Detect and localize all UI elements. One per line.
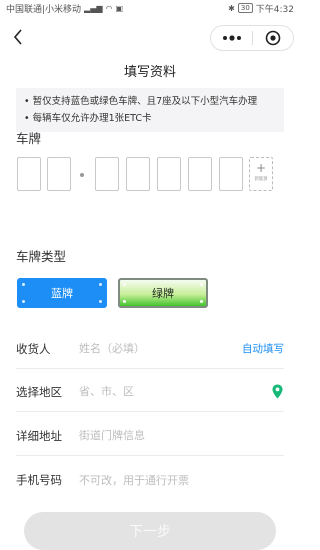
plate-separator-dot xyxy=(80,173,84,177)
more-dots-icon xyxy=(222,35,241,41)
address-row: 详细地址 xyxy=(16,416,284,456)
plus-icon: + xyxy=(255,161,267,175)
notice-line: • 每辆车仅允许办理1张ETC卡 xyxy=(24,113,152,124)
location-pin-icon[interactable] xyxy=(270,384,284,400)
screw-dot xyxy=(99,283,102,286)
phone-label: 手机号码 xyxy=(16,473,62,487)
screw-dot xyxy=(22,283,25,286)
plate-type-label: 车牌类型 xyxy=(16,249,67,264)
nav-bar xyxy=(0,18,300,56)
battery-icon: 30 xyxy=(237,3,253,13)
screw-dot xyxy=(200,283,203,286)
screw-dot xyxy=(22,300,25,303)
plate-char-box-5[interactable] xyxy=(157,157,181,191)
plate-char-box-7[interactable] xyxy=(219,157,243,191)
bluetooth-icon: ✱ xyxy=(228,3,235,13)
carrier-text: 中国联通|小米移动 xyxy=(6,4,82,15)
region-row[interactable]: 选择地区 xyxy=(16,372,284,412)
auto-fill-link[interactable]: 自动填写 xyxy=(242,341,284,356)
address-label: 详细地址 xyxy=(16,428,62,443)
target-close-icon xyxy=(265,30,281,46)
status-bar: 中国联通|小米移动 ▂▄▆ ◠ ▣ ✱ 30 下午4:32 xyxy=(0,0,300,16)
close-button[interactable] xyxy=(253,26,293,50)
notice-line: • 暂仅支持蓝色或绿色车牌、且7座及以下小型汽车办理 xyxy=(24,96,258,107)
notice-box: • 暂仅支持蓝色或绿色车牌、且7座及以下小型汽车办理 • 每辆车仅允许办理1张E… xyxy=(16,88,284,132)
plate-char-box-3[interactable] xyxy=(95,157,119,191)
green-plate-label: 绿牌 xyxy=(152,287,174,300)
more-button[interactable] xyxy=(211,26,252,50)
miniprogram-capsule xyxy=(210,25,294,51)
screw-dot xyxy=(200,300,203,303)
back-button[interactable] xyxy=(8,26,28,48)
signal-icon: ▂▄▆ xyxy=(84,3,103,13)
address-input[interactable] xyxy=(79,429,284,442)
plate-label: 车牌 xyxy=(16,131,42,146)
new-energy-box[interactable]: + 新能源 xyxy=(249,157,273,191)
plate-char-box-4[interactable] xyxy=(126,157,150,191)
phone-row: 手机号码 xyxy=(16,460,284,500)
plate-char-box-6[interactable] xyxy=(188,157,212,191)
plate-char-box-1[interactable] xyxy=(17,157,41,191)
region-input[interactable] xyxy=(79,385,270,398)
next-step-button[interactable]: 下一步 xyxy=(24,512,276,550)
back-arrow-icon xyxy=(13,29,22,45)
plate-char-box-2[interactable] xyxy=(47,157,71,191)
clock-text: 下午4:32 xyxy=(255,4,294,15)
blue-plate-option[interactable]: 蓝牌 xyxy=(17,278,107,308)
region-label: 选择地区 xyxy=(16,384,62,399)
receiver-row: 收货人 自动填写 xyxy=(16,329,284,369)
page-title: 填写资料 xyxy=(123,65,176,80)
status-left: 中国联通|小米移动 ▂▄▆ ◠ ▣ xyxy=(6,2,123,15)
screw-dot xyxy=(123,283,126,286)
status-right: ✱ 30 下午4:32 xyxy=(228,2,294,15)
wifi-icon: ◠ xyxy=(105,3,113,13)
app-notification-icon: ▣ xyxy=(115,3,124,13)
blue-plate-label: 蓝牌 xyxy=(51,287,73,300)
receiver-label: 收货人 xyxy=(16,341,51,356)
green-plate-option[interactable]: 绿牌 xyxy=(118,278,208,308)
receiver-input[interactable] xyxy=(79,342,242,355)
screw-dot xyxy=(99,300,102,303)
phone-input[interactable] xyxy=(79,473,284,487)
screw-dot xyxy=(123,300,126,303)
new-energy-label: 新能源 xyxy=(254,177,268,182)
